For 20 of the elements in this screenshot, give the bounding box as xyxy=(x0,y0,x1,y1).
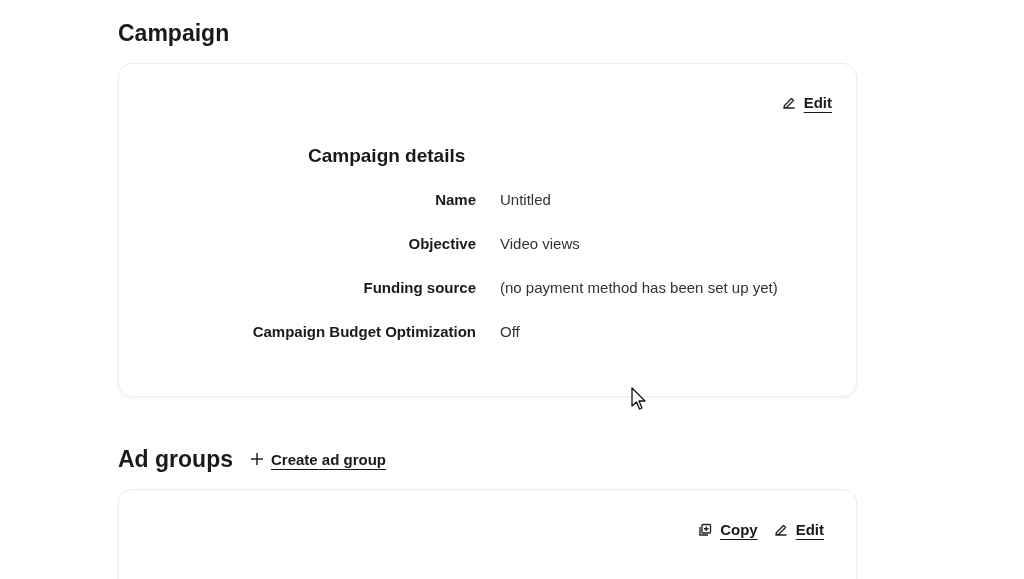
field-value: (no payment method has been set up yet) xyxy=(500,279,779,297)
field-value: Video views xyxy=(500,235,581,253)
cursor-icon xyxy=(631,387,648,411)
pencil-icon xyxy=(773,522,788,537)
card-title: Campaign details xyxy=(308,144,467,168)
field-value: Untitled xyxy=(500,191,552,209)
edit-link[interactable]: Edit xyxy=(773,521,824,538)
field-label: Campaign Budget Optimization xyxy=(251,323,476,341)
field-label: Funding source xyxy=(362,279,476,297)
section-heading: Ad groups xyxy=(118,445,233,474)
edit-link[interactable]: Edit xyxy=(781,94,832,111)
create-ad-group-link[interactable]: Create ad group xyxy=(251,450,387,468)
field-label: Name xyxy=(434,191,476,209)
plus-icon xyxy=(251,453,263,465)
section-heading: Campaign xyxy=(118,19,231,48)
copy-icon xyxy=(698,522,713,537)
pencil-icon xyxy=(781,95,796,110)
copy-link[interactable]: Copy xyxy=(698,521,758,538)
field-label: Objective xyxy=(407,235,476,253)
field-value: Off xyxy=(500,323,521,341)
